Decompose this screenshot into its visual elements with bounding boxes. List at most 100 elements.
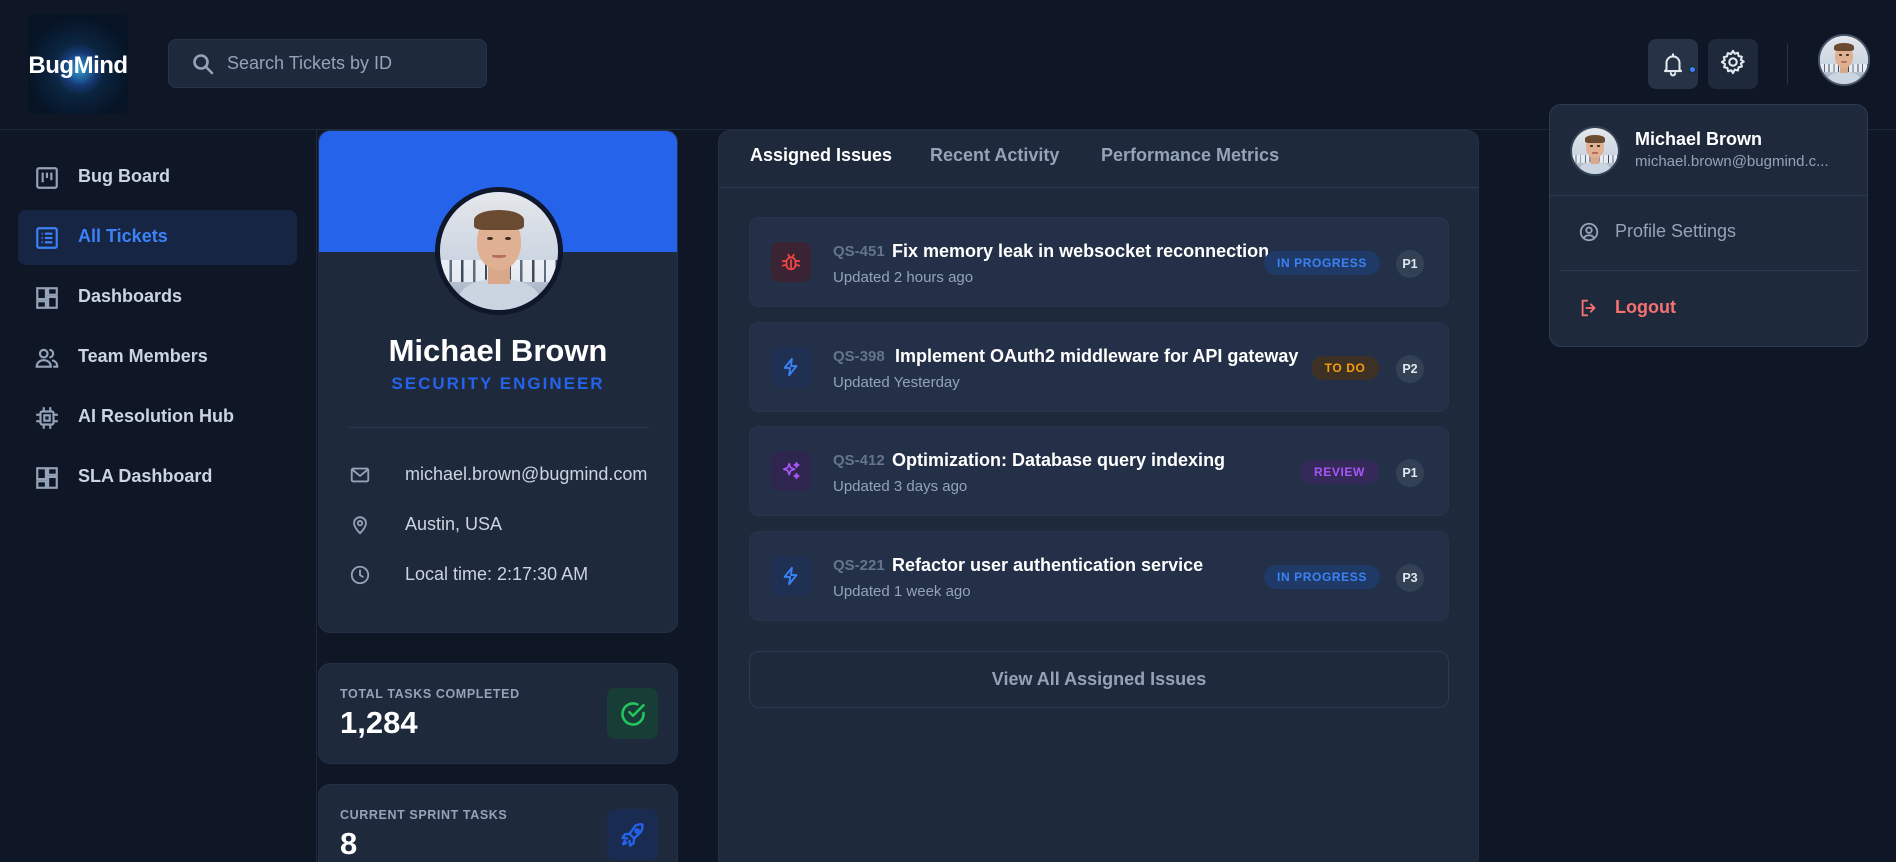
stat-label: TOTAL TASKS COMPLETED (340, 687, 520, 701)
issue-title[interactable]: Implement OAuth2 middleware for API gate… (895, 346, 1298, 367)
stat-value: 8 (340, 826, 358, 861)
search-input[interactable] (227, 40, 477, 87)
menu-item-label: Profile Settings (1615, 221, 1737, 241)
mail-icon (350, 467, 370, 483)
dropdown-user-name: Michael Brown (1635, 129, 1763, 149)
view-all-issues-button[interactable]: View All Assigned Issues (749, 651, 1449, 708)
avatar (1820, 36, 1868, 84)
bell-icon (1660, 51, 1696, 77)
issue-icon-box (771, 242, 811, 282)
user-circle-icon (1579, 222, 1599, 242)
check-circle-icon (620, 701, 645, 726)
user-avatar-button[interactable] (1818, 34, 1870, 86)
sidebar-item-all-tickets[interactable]: All Tickets (18, 210, 297, 265)
stat-icon-box (607, 809, 658, 860)
sidebar-item-ai-resolution-hub[interactable]: AI Resolution Hub (18, 390, 297, 445)
profile-location: Austin, USA (405, 514, 503, 534)
cpu-icon (36, 407, 58, 429)
sidebar-item-label: Team Members (78, 346, 208, 366)
tab-assigned-issues[interactable]: Assigned Issues (750, 145, 892, 166)
bugmind-logo[interactable]: BugMind (28, 14, 128, 114)
profile-email[interactable]: michael.brown@bugmind.com (405, 464, 647, 485)
issue-title[interactable]: Optimization: Database query indexing (892, 450, 1225, 471)
issue-updated: Updated 2 hours ago (833, 269, 974, 286)
location-pin-icon (353, 516, 367, 535)
dashboard-icon (36, 287, 58, 309)
issue-id: QS-221 (833, 557, 885, 574)
dashboard-icon (36, 467, 58, 489)
priority-badge: P2 (1396, 355, 1424, 383)
lightning-icon (783, 566, 798, 586)
sidebar-item-dashboards[interactable]: Dashboards (18, 270, 297, 325)
sidebar-item-label: AI Resolution Hub (78, 406, 234, 426)
priority-badge: P1 (1396, 459, 1424, 487)
issue-id: QS-451 (833, 243, 885, 260)
issue-icon-box (771, 347, 811, 387)
tab-recent-activity[interactable]: Recent Activity (930, 145, 1059, 166)
issue-row[interactable]: QS-451 Fix memory leak in websocket reco… (749, 217, 1449, 307)
issue-title[interactable]: Refactor user authentication service (892, 555, 1203, 576)
rocket-icon (620, 822, 644, 847)
user-dropdown-menu: Michael Brown michael.brown@bugmind.c...… (1549, 104, 1868, 347)
search-icon (191, 52, 215, 81)
issue-title[interactable]: Fix memory leak in websocket reconnectio… (892, 241, 1269, 262)
issues-panel: Assigned Issues Recent Activity Performa… (718, 130, 1479, 862)
logout-menu-item[interactable]: Logout (1560, 286, 1859, 330)
status-badge: IN PROGRESS (1264, 251, 1380, 275)
profile-role: SECURITY ENGINEER (391, 374, 605, 393)
profile-local-time: Local time: 2:17:30 AM (405, 564, 589, 584)
stat-card-total-completed: TOTAL TASKS COMPLETED 1,284 (318, 663, 678, 764)
sidebar-item-bug-board[interactable]: Bug Board (18, 150, 297, 205)
issue-row[interactable]: QS-412 Optimization: Database query inde… (749, 426, 1449, 516)
issue-icon-box (771, 451, 811, 491)
stat-card-sprint-tasks: CURRENT SPRINT TASKS 8 (318, 784, 678, 862)
issue-row[interactable]: QS-221 Refactor user authentication serv… (749, 531, 1449, 621)
sidebar-item-sla-dashboard[interactable]: SLA Dashboard (18, 450, 297, 505)
profile-card: Michael Brown SECURITY ENGINEER michael.… (318, 130, 678, 633)
bug-icon (781, 253, 801, 271)
list-icon (36, 227, 58, 249)
logo-text: BugMind (28, 52, 128, 79)
dropdown-user-email: michael.brown@bugmind.c... (1635, 153, 1829, 170)
dropdown-divider (1560, 270, 1859, 271)
settings-button[interactable] (1708, 39, 1758, 89)
priority-badge: P1 (1396, 250, 1424, 278)
priority-badge: P3 (1396, 564, 1424, 592)
clock-icon (350, 565, 370, 585)
lightning-icon (783, 357, 798, 377)
notifications-button[interactable] (1648, 39, 1698, 89)
search-box[interactable] (168, 39, 487, 88)
notification-dot (1689, 66, 1696, 73)
stat-icon-box (607, 688, 658, 739)
profile-avatar (435, 187, 563, 315)
sidebar-item-team-members[interactable]: Team Members (18, 330, 297, 385)
sidebar-item-label: SLA Dashboard (78, 466, 213, 486)
avatar (1570, 126, 1620, 176)
tab-performance-metrics[interactable]: Performance Metrics (1101, 145, 1279, 166)
menu-item-label: Logout (1615, 297, 1676, 317)
kanban-icon (36, 167, 58, 189)
gear-icon (1719, 48, 1747, 81)
dropdown-divider (1550, 195, 1867, 196)
sidebar-item-label: Bug Board (78, 166, 170, 186)
sidebar: Bug Board All Tickets Dashboards Team Me… (0, 130, 317, 862)
issue-icon-box (771, 556, 811, 596)
status-badge: TO DO (1311, 356, 1379, 380)
header-divider (1787, 44, 1788, 84)
issue-updated: Updated Yesterday (833, 374, 960, 391)
sparkles-icon (782, 461, 800, 480)
stat-value: 1,284 (340, 705, 418, 740)
status-badge: IN PROGRESS (1264, 565, 1380, 589)
users-icon (35, 348, 59, 368)
issue-id: QS-398 (833, 348, 885, 365)
issue-updated: Updated 3 days ago (833, 478, 968, 495)
profile-settings-menu-item[interactable]: Profile Settings (1560, 210, 1859, 254)
profile-name: Michael Brown (388, 333, 608, 368)
issue-updated: Updated 1 week ago (833, 583, 971, 600)
sidebar-item-label: Dashboards (78, 286, 183, 306)
sidebar-item-label: All Tickets (78, 226, 168, 246)
issue-row[interactable]: QS-398 Implement OAuth2 middleware for A… (749, 322, 1449, 412)
status-badge: REVIEW (1300, 460, 1379, 484)
profile-divider (349, 427, 649, 428)
issue-id: QS-412 (833, 452, 885, 469)
